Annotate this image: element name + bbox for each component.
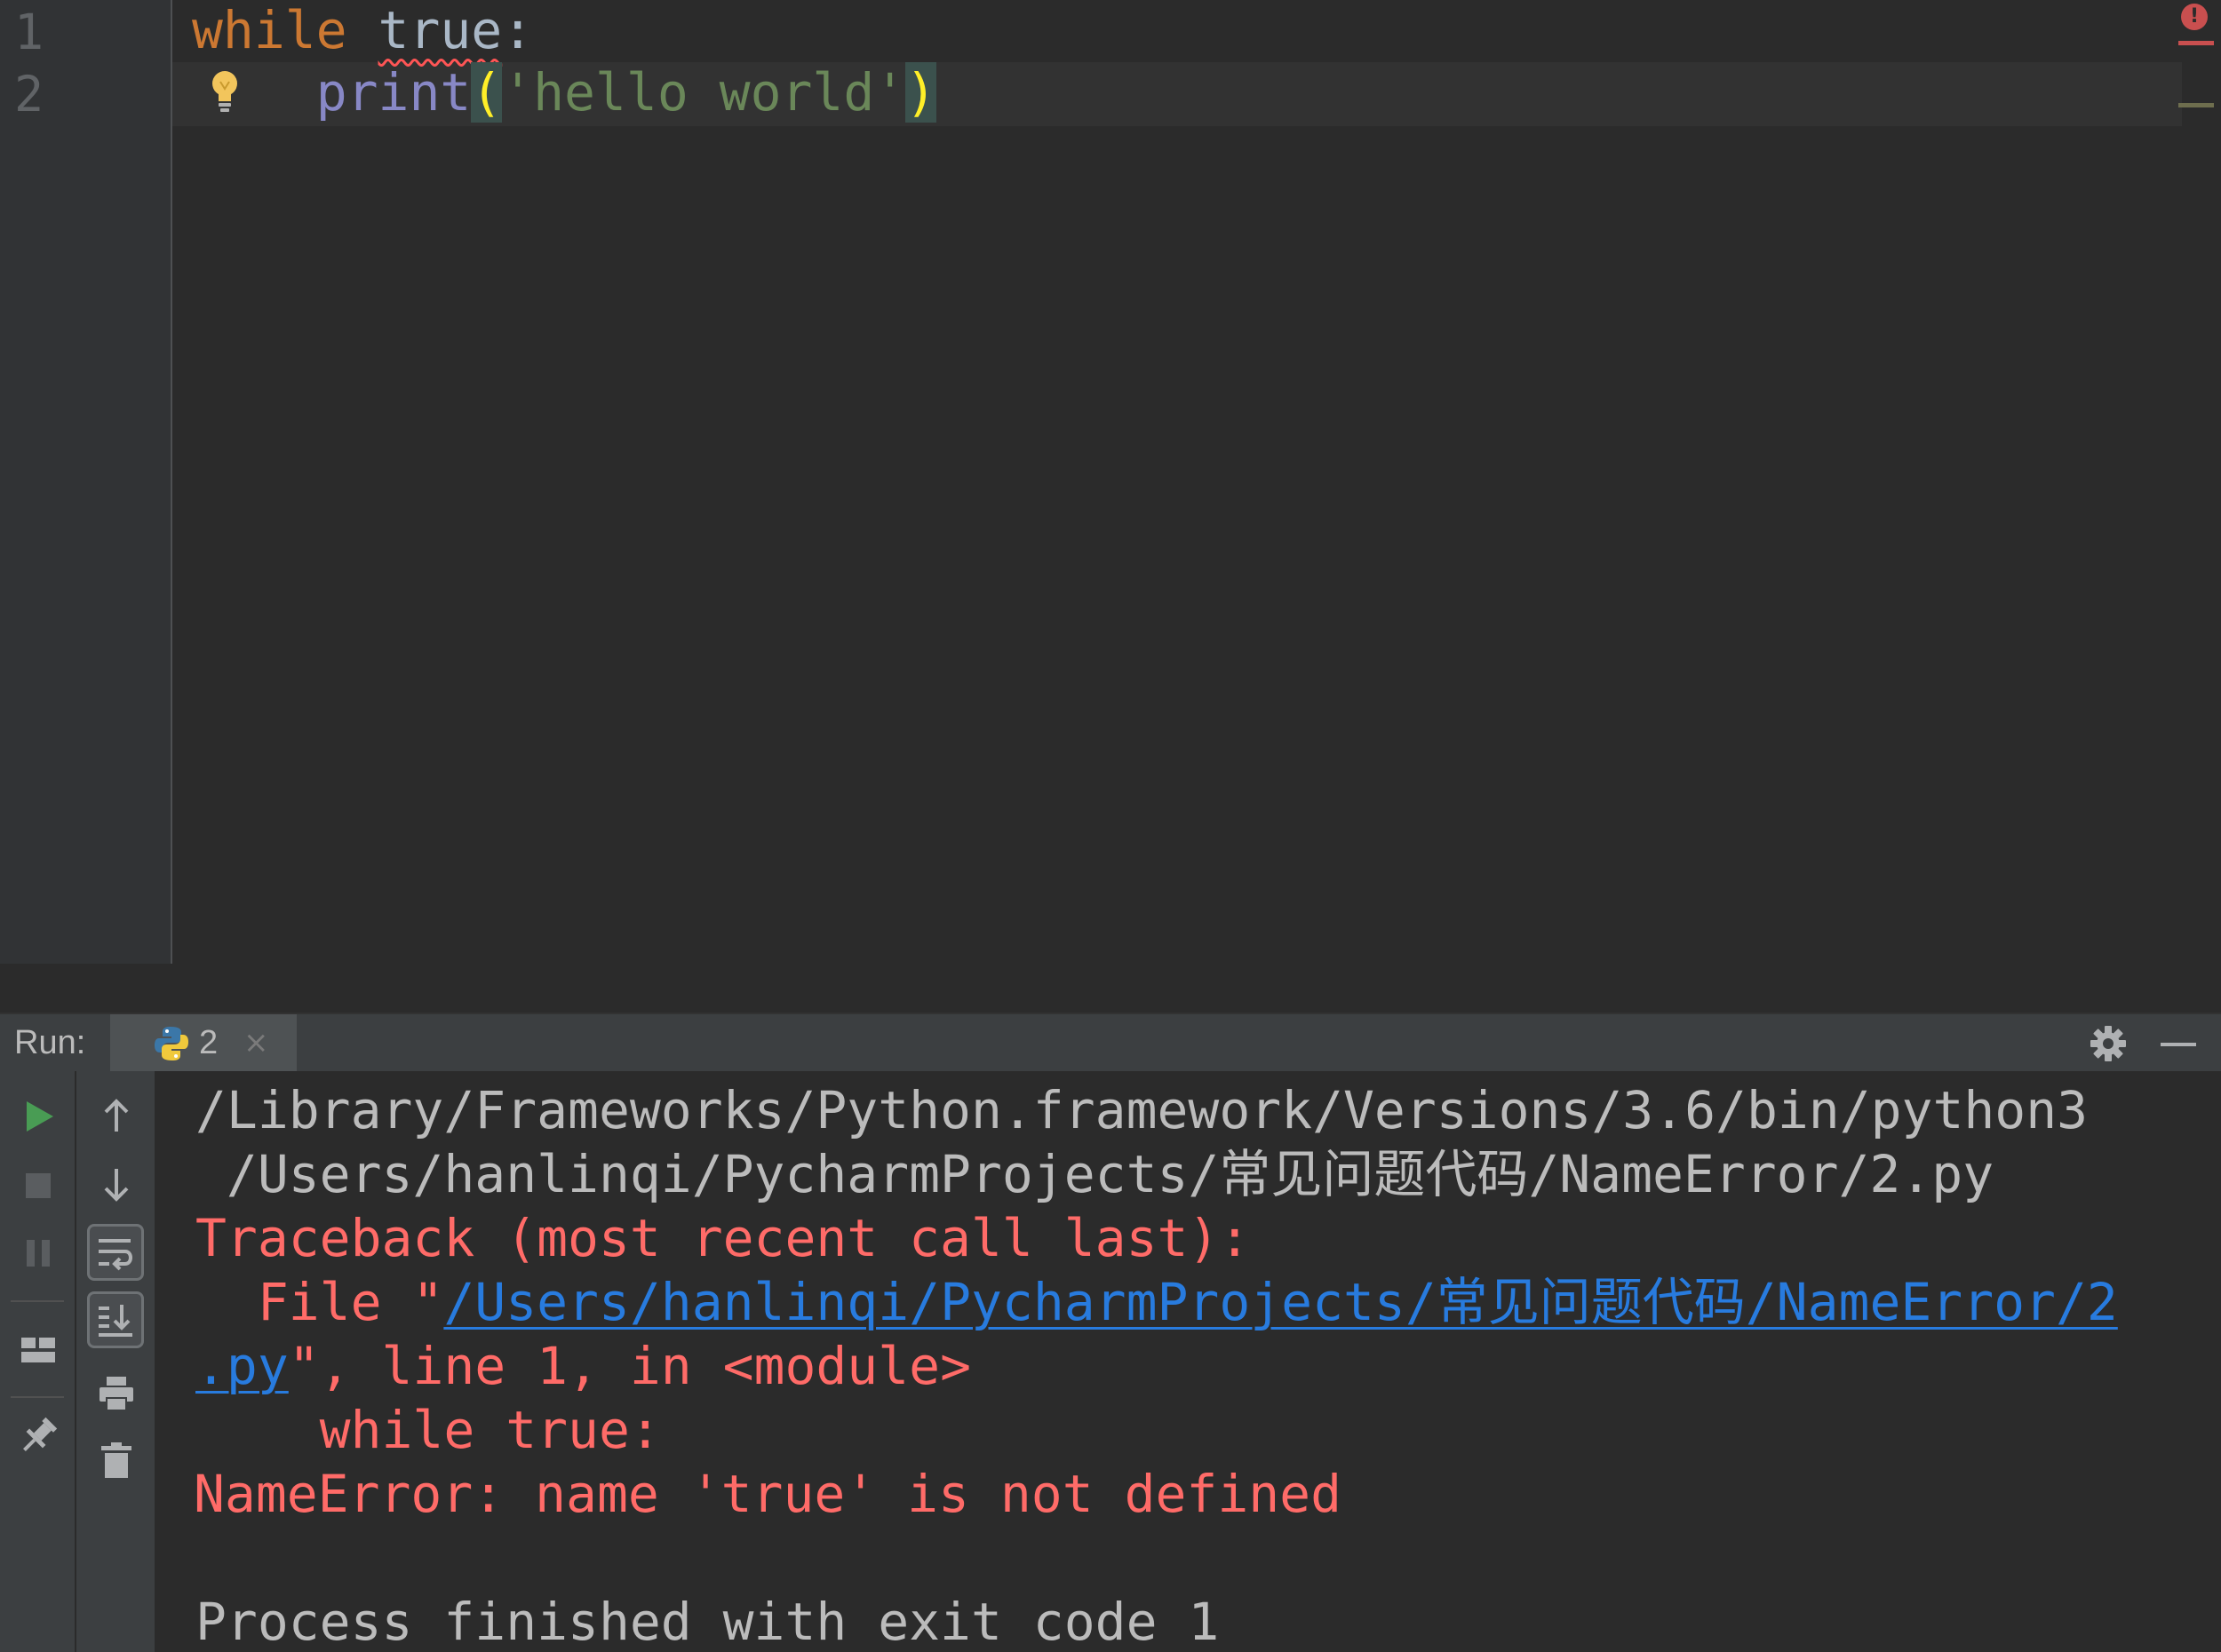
line-number-gutter: 1 2 <box>0 0 172 964</box>
gear-icon[interactable] <box>2090 1025 2127 1062</box>
file-prefix: File " <box>195 1272 444 1332</box>
open-paren: ( <box>471 62 503 123</box>
console-command-line-continued: /Users/hanlinqi/PycharmProjects/常见问题代码/N… <box>195 1144 1994 1204</box>
error-indicator-icon[interactable] <box>2181 4 2208 30</box>
soft-wrap-icon[interactable] <box>87 1224 144 1281</box>
run-tab[interactable]: 2 × <box>110 1014 297 1071</box>
code-line-1[interactable]: while true: <box>192 0 533 62</box>
pause-icon[interactable] <box>12 1227 64 1279</box>
trash-icon[interactable] <box>91 1435 142 1487</box>
builtin-print: print <box>315 62 472 123</box>
console-command-line: /Library/Frameworks/Python.framework/Ver… <box>195 1080 2089 1140</box>
pycharm-window: 1 2 while true: print('hello world') Run… <box>0 0 2221 1652</box>
file-suffix: ", line 1, in <module> <box>288 1336 971 1396</box>
close-paren: ) <box>905 62 937 123</box>
line-number: 1 <box>14 4 44 60</box>
run-tab-label: 2 <box>199 1024 219 1061</box>
run-panel-header: Run: 2 × <box>0 1013 2221 1071</box>
python-icon <box>153 1025 190 1062</box>
minimize-icon[interactable] <box>2161 1043 2196 1046</box>
colon: : <box>502 0 534 60</box>
warning-stripe-mark[interactable] <box>2178 103 2214 107</box>
traceback-header: Traceback (most recent call last): <box>195 1208 1251 1268</box>
undefined-name-true[interactable]: true <box>378 0 503 60</box>
toolbar-separator <box>11 1300 64 1302</box>
error-stripe-mark[interactable] <box>2178 41 2214 45</box>
code-line-2[interactable]: print('hello world') <box>192 60 937 124</box>
code-editor[interactable]: 1 2 while true: print('hello world') <box>0 0 2221 964</box>
run-label: Run: <box>14 1024 86 1061</box>
exit-message: Process finished with exit code 1 <box>195 1592 1220 1652</box>
pin-icon[interactable] <box>12 1410 64 1462</box>
layout-icon[interactable] <box>12 1325 64 1377</box>
down-arrow-icon[interactable] <box>91 1158 142 1210</box>
stop-icon[interactable] <box>12 1160 64 1211</box>
close-icon[interactable]: × <box>243 1014 269 1071</box>
scroll-to-end-icon[interactable] <box>87 1291 144 1348</box>
run-icon[interactable] <box>12 1091 64 1142</box>
lightbulb-icon[interactable] <box>206 68 243 114</box>
traceback-file-line-continued: .py", line 1, in <module> <box>195 1334 971 1398</box>
traceback-file-line: File "/Users/hanlinqi/PycharmProjects/常见… <box>195 1270 2118 1334</box>
file-path-link[interactable]: /Users/hanlinqi/PycharmProjects/常见问题代码/N… <box>443 1272 2117 1332</box>
traceback-code-context: while true: <box>195 1400 661 1460</box>
file-path-link-continued[interactable]: .py <box>195 1336 289 1396</box>
line-number: 2 <box>14 66 44 123</box>
toolbar-separator <box>11 1396 64 1398</box>
print-icon[interactable] <box>91 1368 142 1419</box>
run-console[interactable]: /Library/Frameworks/Python.framework/Ver… <box>156 1071 2221 1652</box>
string-literal: 'hello world' <box>502 62 906 123</box>
run-toolbar-left <box>0 1071 76 1652</box>
error-message: NameError: name 'true' is not defined <box>194 1464 1342 1524</box>
keyword-while: while <box>192 0 347 60</box>
up-arrow-icon[interactable] <box>91 1091 142 1142</box>
run-toolbar-right <box>76 1071 156 1652</box>
